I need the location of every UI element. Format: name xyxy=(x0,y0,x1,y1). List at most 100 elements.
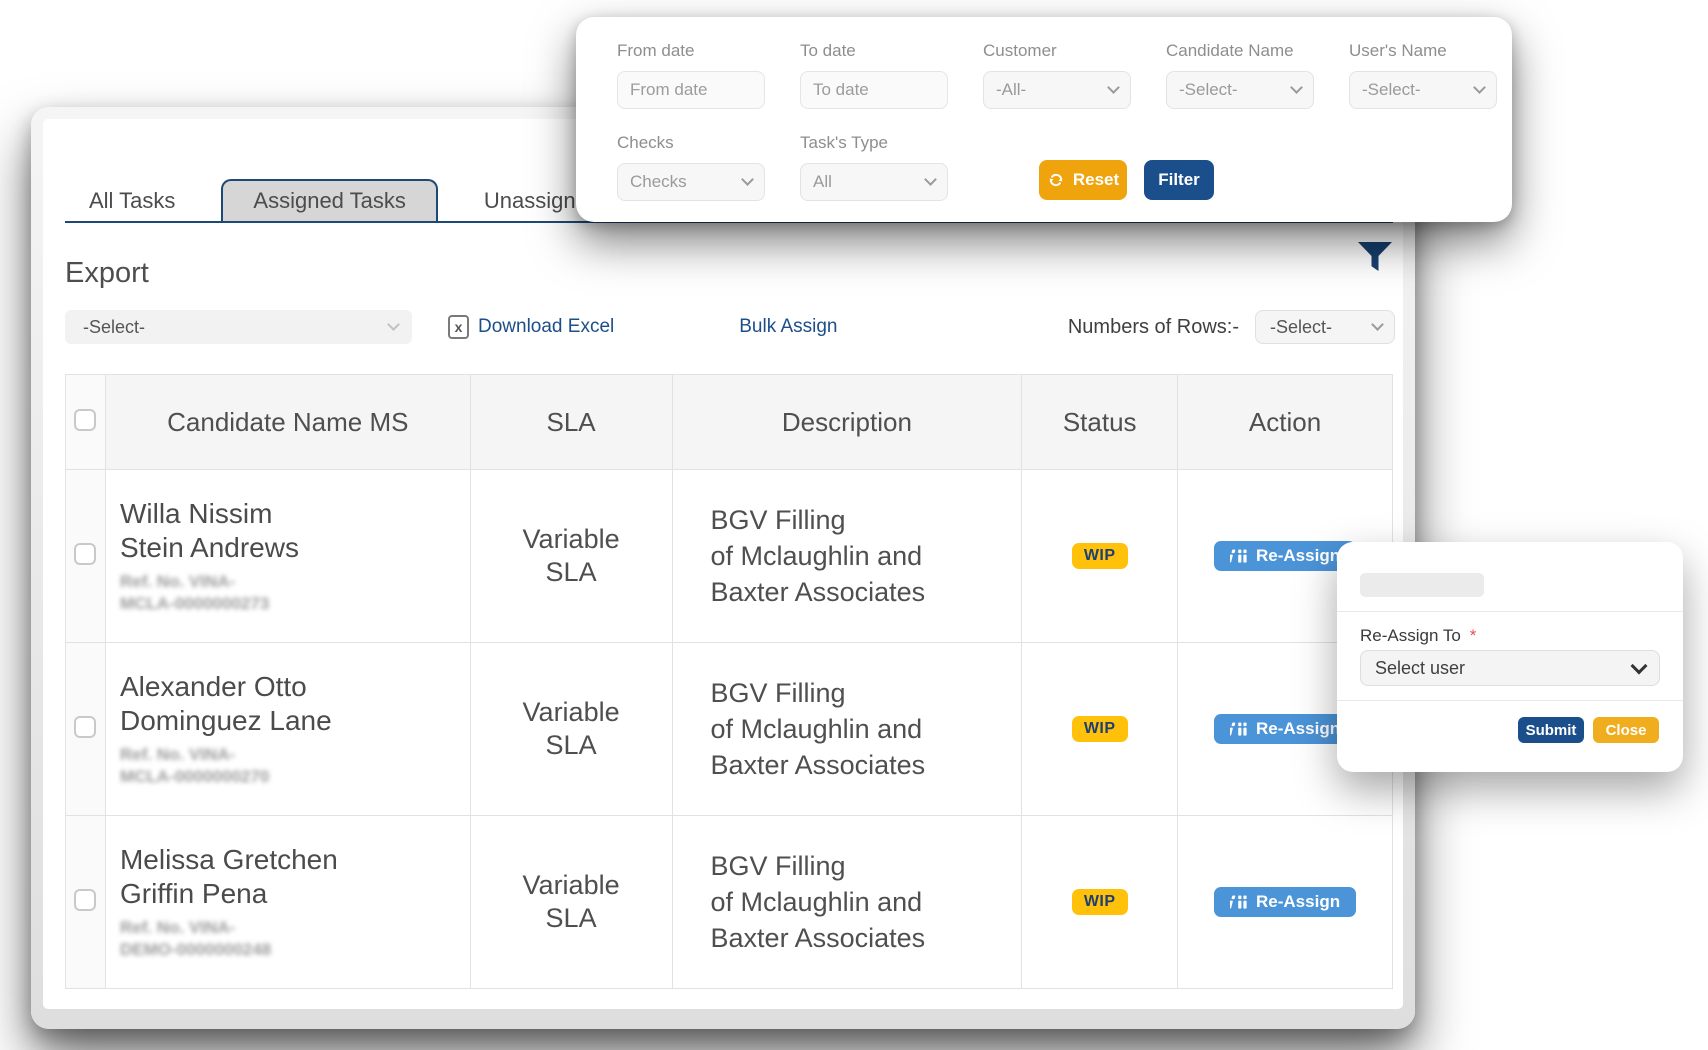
sla-cell: Variable SLA xyxy=(470,816,672,989)
description-cell: BGV Filling of Mclaughlin and Baxter Ass… xyxy=(672,816,1022,989)
required-asterisk: * xyxy=(1470,626,1477,646)
toolbar: -Select- x Download Excel Bulk Assign Nu… xyxy=(65,309,1395,345)
header-checkbox-cell xyxy=(66,375,106,470)
row-checkbox[interactable] xyxy=(74,716,96,738)
filter-panel: From date To date Customer -All- Candida… xyxy=(576,17,1512,222)
table-header-row: Candidate Name MS SLA Description Status… xyxy=(66,375,1393,470)
chevron-down-icon xyxy=(1107,81,1120,94)
chevron-down-icon xyxy=(741,173,754,186)
users-name-label: User's Name xyxy=(1349,41,1497,61)
candidate-ref-number: Ref. No. VINA- DEMO-0000000248 xyxy=(120,917,470,961)
refresh-icon xyxy=(1047,171,1065,189)
users-icon xyxy=(1230,722,1248,736)
filter-button[interactable]: Filter xyxy=(1144,160,1214,200)
reassign-to-label-row: Re-Assign To * xyxy=(1360,626,1476,646)
filter-funnel-icon[interactable] xyxy=(1357,241,1393,278)
status-cell: WIP xyxy=(1022,816,1178,989)
table-row: Alexander Otto Dominguez Lane Ref. No. V… xyxy=(66,643,1393,816)
chevron-down-icon xyxy=(1371,318,1384,331)
download-excel-label: Download Excel xyxy=(478,316,614,338)
description-cell: BGV Filling of Mclaughlin and Baxter Ass… xyxy=(672,470,1022,643)
action-cell: Re-Assign xyxy=(1178,816,1393,989)
candidate-name-select[interactable]: -Select- xyxy=(1166,71,1314,109)
divider xyxy=(1337,700,1683,701)
reassign-button[interactable]: Re-Assign xyxy=(1214,714,1356,744)
row-checkbox-cell xyxy=(66,643,106,816)
select-all-checkbox[interactable] xyxy=(74,409,96,431)
checks-label: Checks xyxy=(617,133,765,153)
tasks-window-content: All Tasks Assigned Tasks Unassigned Task… xyxy=(43,119,1403,1009)
checks-select[interactable]: Checks xyxy=(617,163,765,201)
candidate-name-cell: Willa Nissim Stein Andrews Ref. No. VINA… xyxy=(105,470,470,643)
header-description: Description xyxy=(672,375,1022,470)
candidate-name: Melissa Gretchen Griffin Pena xyxy=(120,843,470,911)
reassign-to-label: Re-Assign To xyxy=(1360,626,1461,646)
row-checkbox-cell xyxy=(66,470,106,643)
export-select[interactable]: -Select- xyxy=(65,310,412,344)
from-date-label: From date xyxy=(617,41,765,61)
candidate-ref-number: Ref. No. VINA- MCLA-0000000273 xyxy=(120,571,470,615)
customer-select[interactable]: -All- xyxy=(983,71,1131,109)
table-row: Willa Nissim Stein Andrews Ref. No. VINA… xyxy=(66,470,1393,643)
tasks-type-select[interactable]: All xyxy=(800,163,948,201)
submit-button[interactable]: Submit xyxy=(1518,717,1584,743)
chevron-down-icon xyxy=(1290,81,1303,94)
status-badge: WIP xyxy=(1072,543,1128,569)
export-select-value: -Select- xyxy=(83,317,145,338)
export-title: Export xyxy=(65,257,149,290)
row-checkbox[interactable] xyxy=(74,543,96,565)
reassign-modal: Re-Assign To * Select user Submit Close xyxy=(1337,542,1683,772)
tab-all-tasks[interactable]: All Tasks xyxy=(65,181,199,221)
candidate-name-label: Candidate Name xyxy=(1166,41,1314,61)
chevron-down-icon xyxy=(1631,657,1648,674)
status-cell: WIP xyxy=(1022,643,1178,816)
customer-label: Customer xyxy=(983,41,1131,61)
tasks-window: All Tasks Assigned Tasks Unassigned Task… xyxy=(31,107,1415,1029)
chevron-down-icon xyxy=(1473,81,1486,94)
status-badge: WIP xyxy=(1072,716,1128,742)
to-date-input[interactable] xyxy=(800,71,948,109)
candidate-name: Willa Nissim Stein Andrews xyxy=(120,497,470,565)
header-action: Action xyxy=(1178,375,1393,470)
candidate-name: Alexander Otto Dominguez Lane xyxy=(120,670,470,738)
candidate-ref-number: Ref. No. VINA- MCLA-0000000270 xyxy=(120,744,470,788)
filter-fields-row-1: From date To date Customer -All- Candida… xyxy=(617,41,1497,109)
excel-file-icon: x xyxy=(448,315,469,339)
header-status: Status xyxy=(1022,375,1178,470)
download-excel-link[interactable]: x Download Excel xyxy=(448,315,614,339)
close-button[interactable]: Close xyxy=(1593,717,1659,743)
chevron-down-icon xyxy=(387,318,400,331)
tab-assigned-tasks[interactable]: Assigned Tasks xyxy=(221,179,437,221)
users-name-select[interactable]: -Select- xyxy=(1349,71,1497,109)
candidate-name-cell: Alexander Otto Dominguez Lane Ref. No. V… xyxy=(105,643,470,816)
chevron-down-icon xyxy=(924,173,937,186)
from-date-input[interactable] xyxy=(617,71,765,109)
description-cell: BGV Filling of Mclaughlin and Baxter Ass… xyxy=(672,643,1022,816)
rows-per-page-select[interactable]: -Select- xyxy=(1255,310,1395,344)
divider xyxy=(1337,611,1683,612)
select-user-dropdown[interactable]: Select user xyxy=(1360,650,1660,686)
reassign-button[interactable]: Re-Assign xyxy=(1214,887,1356,917)
modal-title-placeholder xyxy=(1360,573,1484,597)
rows-per-page-value: -Select- xyxy=(1270,317,1332,338)
users-icon xyxy=(1230,895,1248,909)
users-icon xyxy=(1230,549,1248,563)
tasks-type-label: Task's Type xyxy=(800,133,948,153)
sla-cell: Variable SLA xyxy=(470,643,672,816)
reset-button[interactable]: Reset xyxy=(1039,160,1127,200)
reassign-button[interactable]: Re-Assign xyxy=(1214,541,1356,571)
row-checkbox[interactable] xyxy=(74,889,96,911)
table-row: Melissa Gretchen Griffin Pena Ref. No. V… xyxy=(66,816,1393,989)
status-badge: WIP xyxy=(1072,889,1128,915)
rows-per-page-label: Numbers of Rows:- xyxy=(1068,316,1239,339)
bulk-assign-label: Bulk Assign xyxy=(739,316,837,337)
filter-fields-row-2: Checks Checks Task's Type All xyxy=(617,133,948,201)
candidate-name-cell: Melissa Gretchen Griffin Pena Ref. No. V… xyxy=(105,816,470,989)
row-checkbox-cell xyxy=(66,816,106,989)
tasks-table: Candidate Name MS SLA Description Status… xyxy=(65,374,1393,989)
to-date-label: To date xyxy=(800,41,948,61)
bulk-assign-link[interactable]: Bulk Assign xyxy=(739,316,837,338)
header-candidate-name: Candidate Name MS xyxy=(105,375,470,470)
rows-per-page-group: Numbers of Rows:- -Select- xyxy=(1068,310,1395,344)
header-sla: SLA xyxy=(470,375,672,470)
